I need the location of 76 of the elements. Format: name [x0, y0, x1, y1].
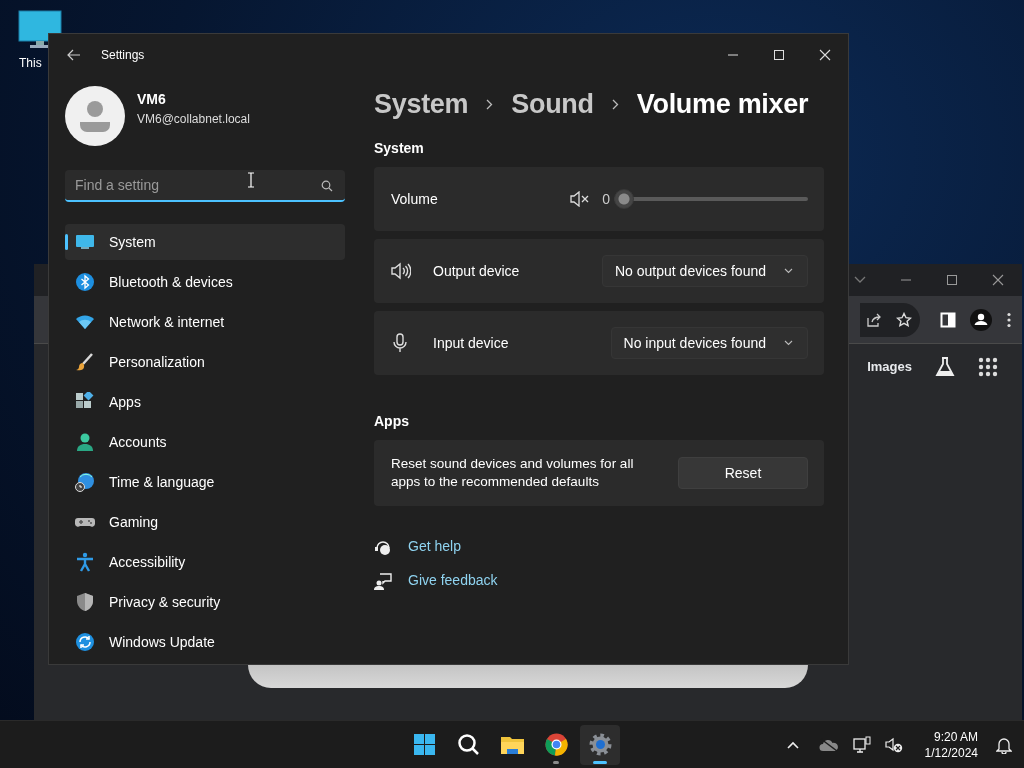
user-email: VM6@collabnet.local	[137, 110, 250, 128]
gear-icon	[587, 732, 613, 757]
star-icon[interactable]	[896, 311, 912, 328]
nav-item[interactable]: Time & language	[65, 464, 345, 500]
more-icon[interactable]	[1006, 311, 1012, 328]
device-label: Output device	[433, 261, 521, 281]
bluetooth-icon	[75, 272, 95, 292]
nav-item[interactable]: Network & internet	[65, 304, 345, 340]
nav-item[interactable]: Gaming	[65, 504, 345, 540]
window-title: Settings	[101, 47, 145, 64]
chevron-down-icon	[784, 340, 793, 346]
taskbar-button[interactable]	[580, 724, 620, 765]
accounts-icon	[75, 432, 95, 452]
nav-item[interactable]: Windows Update	[65, 624, 345, 660]
images-link[interactable]: Images	[867, 357, 912, 377]
breadcrumb-item[interactable]: System	[374, 83, 469, 125]
nav-item[interactable]: Privacy & security	[65, 584, 345, 620]
apps-grid-icon[interactable]	[978, 357, 998, 377]
maximize-icon[interactable]	[946, 274, 958, 286]
chevron-up-icon[interactable]	[786, 740, 799, 749]
clock[interactable]: 9:20 AM 1/12/2024	[924, 728, 978, 761]
link[interactable]: Give feedback	[408, 570, 498, 591]
time-icon	[75, 472, 95, 492]
search-icon	[455, 732, 481, 757]
chevron-right-icon	[486, 98, 494, 110]
speaker-muted-icon[interactable]	[570, 191, 591, 207]
device-dropdown[interactable]: No output devices found	[602, 255, 808, 287]
nav-item[interactable]: Accounts	[65, 424, 345, 460]
cloud-offline-icon[interactable]	[818, 737, 839, 752]
speaker-icon	[391, 261, 411, 281]
flask-icon[interactable]	[934, 356, 956, 378]
network-icon[interactable]	[852, 735, 871, 754]
nav-item[interactable]: System	[65, 224, 345, 260]
breadcrumb-item: Volume mixer	[636, 87, 809, 121]
share-icon[interactable]	[866, 311, 882, 328]
volume-slider[interactable]	[614, 189, 808, 209]
nav-item[interactable]: Bluetooth & devices	[65, 264, 345, 300]
section-heading: System	[374, 139, 425, 158]
personalization-icon	[75, 352, 95, 372]
profile-icon[interactable]	[970, 308, 992, 331]
monitor-icon	[18, 10, 62, 50]
breadcrumb-item[interactable]: Sound	[511, 83, 594, 125]
chrome-icon	[543, 732, 569, 757]
system-icon	[75, 232, 95, 252]
text-cursor-icon	[247, 172, 255, 188]
device-dropdown[interactable]: No input devices found	[610, 327, 808, 359]
device-label: Input device	[433, 333, 510, 353]
icon-label: This	[19, 55, 42, 72]
volume-muted-icon[interactable]	[884, 736, 903, 753]
accessibility-icon	[75, 552, 95, 572]
address-bar[interactable]	[860, 302, 920, 337]
avatar-icon	[65, 86, 125, 146]
slider-thumb[interactable]	[614, 189, 634, 209]
bell-icon[interactable]	[996, 735, 1012, 754]
windows-logo-icon	[411, 732, 437, 757]
section-heading: Apps	[374, 412, 410, 431]
search-icon	[321, 180, 333, 192]
link[interactable]: Get help	[408, 536, 461, 557]
close-icon[interactable]	[992, 274, 1004, 286]
user-name: VM6	[137, 89, 167, 109]
search-field[interactable]: Find a setting	[65, 170, 345, 202]
nav-item[interactable]: Personalization	[65, 344, 345, 380]
update-icon	[75, 632, 95, 652]
reset-button[interactable]: Reset	[678, 457, 808, 489]
side-panel-icon[interactable]	[940, 311, 956, 328]
feedback-icon	[374, 571, 392, 590]
volume-reading: 0	[602, 189, 610, 209]
nav-item[interactable]: Apps	[65, 384, 345, 420]
nav-item[interactable]: Accessibility	[65, 544, 345, 580]
chevron-down-icon	[784, 268, 793, 274]
reset-description: Reset sound devices and volumes for all apps to the recommended defaults	[391, 455, 635, 491]
privacy-icon	[75, 592, 95, 612]
chevron-right-icon	[611, 98, 619, 110]
chevron-down-icon[interactable]	[854, 276, 866, 284]
volume-label: Volume	[391, 189, 439, 209]
back-arrow-icon[interactable]	[67, 49, 81, 61]
